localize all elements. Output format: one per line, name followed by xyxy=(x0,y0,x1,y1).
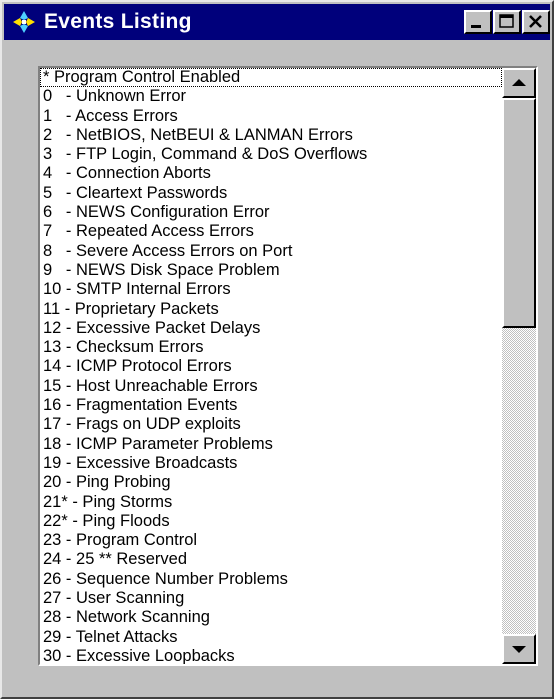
list-item[interactable]: 13 - Checksum Errors xyxy=(40,338,502,357)
list-item[interactable]: 6 - NEWS Configuration Error xyxy=(40,203,502,222)
maximize-button[interactable] xyxy=(493,10,521,34)
list-item[interactable]: 10 - SMTP Internal Errors xyxy=(40,280,502,299)
list-item[interactable]: 3 - FTP Login, Command & DoS Overflows xyxy=(40,145,502,164)
list-item[interactable]: * Program Control Enabled xyxy=(40,68,502,88)
close-icon xyxy=(529,15,542,28)
events-list-items: * Program Control Enabled 0 - Unknown Err… xyxy=(40,68,502,664)
list-item[interactable]: 16 - Fragmentation Events xyxy=(40,396,502,415)
list-item[interactable]: 29 - Telnet Attacks xyxy=(40,628,502,647)
list-item[interactable]: 15 - Host Unreachable Errors xyxy=(40,377,502,396)
list-item[interactable]: 14 - ICMP Protocol Errors xyxy=(40,357,502,376)
close-button[interactable] xyxy=(522,10,550,34)
list-item[interactable]: 18 - ICMP Parameter Problems xyxy=(40,435,502,454)
list-item[interactable]: 28 - Network Scanning xyxy=(40,608,502,627)
list-item[interactable]: 27 - User Scanning xyxy=(40,589,502,608)
list-item[interactable]: 0 - Unknown Error xyxy=(40,87,502,106)
title-bar[interactable]: Events Listing xyxy=(4,4,550,40)
list-item[interactable]: 26 - Sequence Number Problems xyxy=(40,570,502,589)
list-item[interactable]: 21* - Ping Storms xyxy=(40,493,502,512)
scroll-down-button[interactable] xyxy=(502,634,536,664)
list-item[interactable]: 7 - Repeated Access Errors xyxy=(40,222,502,241)
minimize-icon xyxy=(471,25,481,28)
scroll-up-button[interactable] xyxy=(502,68,536,98)
list-item[interactable]: 9 - NEWS Disk Space Problem xyxy=(40,261,502,280)
events-list[interactable]: * Program Control Enabled 0 - Unknown Err… xyxy=(38,66,538,666)
list-item[interactable]: 30 - Excessive Loopbacks xyxy=(40,647,502,664)
list-item[interactable]: 19 - Excessive Broadcasts xyxy=(40,454,502,473)
scroll-down-arrow-icon xyxy=(512,646,526,653)
list-item[interactable]: 8 - Severe Access Errors on Port xyxy=(40,242,502,261)
vertical-scrollbar[interactable] xyxy=(502,68,536,664)
list-item[interactable]: 20 - Ping Probing xyxy=(40,473,502,492)
window-title: Events Listing xyxy=(44,10,192,33)
minimize-button[interactable] xyxy=(464,10,492,34)
maximize-icon xyxy=(499,14,514,28)
list-item[interactable]: 17 - Frags on UDP exploits xyxy=(40,415,502,434)
list-item[interactable]: 12 - Excessive Packet Delays xyxy=(40,319,502,338)
list-item[interactable]: 11 - Proprietary Packets xyxy=(40,300,502,319)
list-item[interactable]: 2 - NetBIOS, NetBEUI & LANMAN Errors xyxy=(40,126,502,145)
list-item[interactable]: 1 - Access Errors xyxy=(40,107,502,126)
events-app-icon xyxy=(13,11,35,33)
scroll-up-arrow-icon xyxy=(512,79,526,86)
list-item[interactable]: 5 - Cleartext Passwords xyxy=(40,184,502,203)
list-item[interactable]: 22* - Ping Floods xyxy=(40,512,502,531)
list-item[interactable]: 4 - Connection Aborts xyxy=(40,164,502,183)
list-item[interactable]: 24 - 25 ** Reserved xyxy=(40,550,502,569)
scroll-thumb[interactable] xyxy=(502,98,536,328)
list-item[interactable]: 23 - Program Control xyxy=(40,531,502,550)
events-listing-window: Events Listing * Program Control Enabled… xyxy=(0,0,554,699)
